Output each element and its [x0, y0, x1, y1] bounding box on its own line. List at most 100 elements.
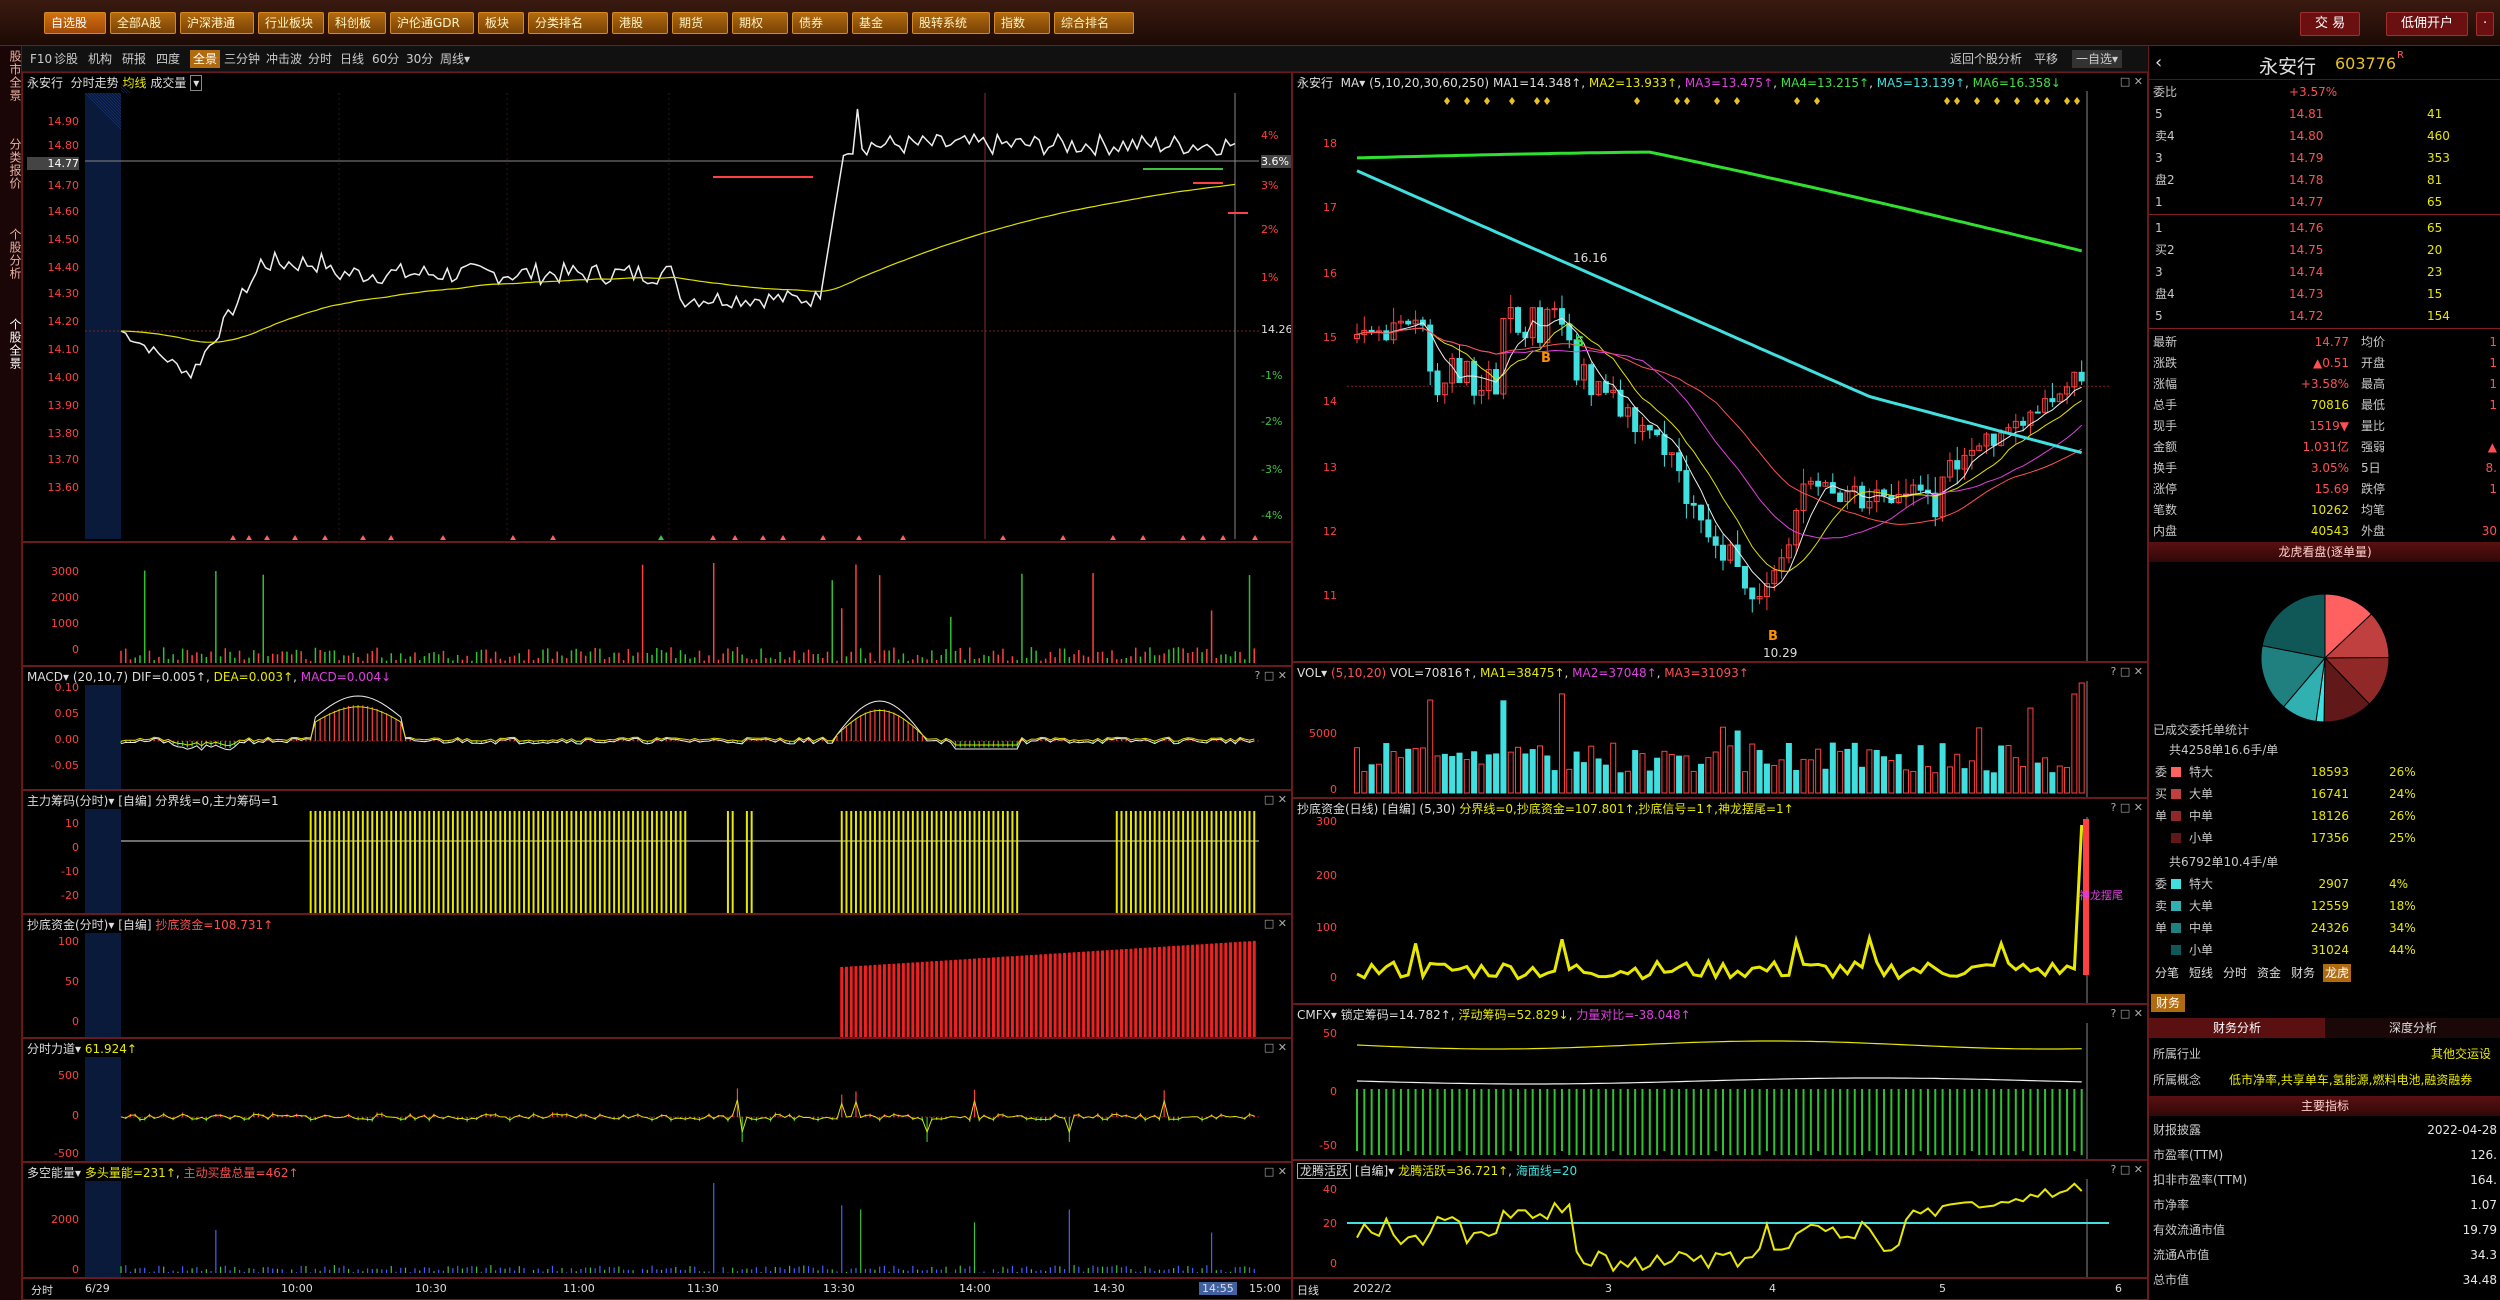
toolbar-button-10[interactable]: 期权: [732, 12, 788, 34]
extra-button[interactable]: ·: [2476, 12, 2495, 36]
sell-order-pct: 44%: [2389, 943, 2416, 957]
finance-value: 126.: [2470, 1148, 2497, 1162]
toolbar-button-3[interactable]: 行业板块: [258, 12, 324, 34]
watchlist-select[interactable]: 一自选▾: [2072, 50, 2123, 68]
subbar-item-9[interactable]: 日线: [340, 50, 364, 68]
finance-row: 市盈率(TTM) 126.: [2149, 1145, 2500, 1165]
sell-total: 共6792单10.4手/单: [2169, 855, 2279, 869]
intraday-pct-ticks-tick: -2%: [1261, 415, 1283, 428]
buy-level-price: 14.72: [2289, 309, 2324, 323]
candle-body: [1471, 360, 1478, 396]
toolbar-button-4[interactable]: 科创板: [328, 12, 386, 34]
fin-tab-deep[interactable]: 深度分析: [2325, 1018, 2500, 1038]
stat-label: 换手: [2153, 461, 2178, 475]
buy-order-swatch: [2171, 767, 2181, 777]
stat-label-2: 5日: [2361, 461, 2381, 475]
date-mode-label[interactable]: 日线: [1297, 1282, 1319, 1298]
toolbar-button-12[interactable]: 基金: [852, 12, 908, 34]
stat-label-2: 均价: [2361, 335, 2386, 349]
daily-volume-bar: [1903, 769, 1909, 794]
subbar-item-11[interactable]: 30分: [406, 50, 433, 68]
subbar-item-6[interactable]: 三分钟: [224, 50, 260, 68]
buy-order-volume: 16741: [2310, 787, 2349, 801]
toolbar-button-8[interactable]: 港股: [612, 12, 668, 34]
quote-tab-3[interactable]: 资金: [2255, 964, 2283, 982]
bfd-ticks-tick: 100: [1316, 921, 1337, 934]
subbar-item-12[interactable]: 周线▾: [440, 50, 470, 68]
toolbar-button-13[interactable]: 股转系统: [912, 12, 990, 34]
quote-tab-5[interactable]: 龙虎: [2323, 964, 2352, 982]
signal-triangle: [658, 535, 664, 540]
toolbar-button-6[interactable]: 板块: [478, 12, 524, 34]
quote-tab-1[interactable]: 短线: [2187, 964, 2215, 982]
buy-order-type: 大单: [2189, 787, 2214, 801]
subbar-item-7[interactable]: 冲击波: [266, 50, 302, 68]
candle-body: [1720, 544, 1726, 561]
main-chip-chart[interactable]: [23, 791, 1292, 914]
pan-button[interactable]: 平移: [2034, 50, 2058, 68]
buy-level-label: 买2: [2155, 243, 2175, 257]
trade-button[interactable]: 交 易: [2300, 12, 2361, 36]
finance-value: 34.48: [2462, 1273, 2497, 1287]
subbar-item-10[interactable]: 60分: [372, 50, 399, 68]
intraday-chart[interactable]: [23, 73, 1292, 542]
signal-triangle: [246, 535, 252, 540]
toolbar-button-2[interactable]: 沪深港通: [180, 12, 254, 34]
vtab-market-overview[interactable]: 股市全景: [0, 50, 22, 102]
finance-tag[interactable]: 财务: [2151, 994, 2185, 1012]
time-mode-label[interactable]: 分时: [31, 1282, 53, 1298]
ma-line-30: [1356, 327, 2082, 525]
vtab-category-quote[interactable]: 分类报价: [0, 138, 22, 190]
cmfx-chart[interactable]: [1293, 1005, 2148, 1160]
signal-triangle: [1060, 535, 1066, 540]
toolbar-button-9[interactable]: 期货: [672, 12, 728, 34]
bottom-fund-intraday-chart[interactable]: [23, 915, 1292, 1038]
toolbar-button-11[interactable]: 债券: [792, 12, 848, 34]
toolbar-button-5[interactable]: 沪伦通GDR: [390, 12, 474, 34]
daily-volume-bar: [1434, 755, 1441, 794]
stat-label: 涨停: [2153, 482, 2178, 496]
subbar-item-8[interactable]: 分时: [308, 50, 332, 68]
subbar-item-3[interactable]: 研报: [122, 50, 146, 68]
vtab-stock-analysis[interactable]: 个股分析: [0, 228, 22, 280]
long-short-chart[interactable]: [23, 1163, 1292, 1278]
macd-chart[interactable]: [23, 667, 1292, 790]
dragon-chart[interactable]: [1293, 1161, 2148, 1278]
daily-volume-bar: [1749, 743, 1756, 794]
sell-order-side: 委: [2155, 877, 2168, 891]
subbar-item-4[interactable]: 四度: [156, 50, 180, 68]
subbar-item-1[interactable]: 诊股: [54, 50, 78, 68]
toolbar-button-15[interactable]: 综合排名: [1054, 12, 1134, 34]
toolbar-button-1[interactable]: 全部A股: [110, 12, 176, 34]
subbar-item-2[interactable]: 机构: [88, 50, 112, 68]
stat-label: 涨跌: [2153, 356, 2178, 370]
quote-tab-0[interactable]: 分笔: [2153, 964, 2181, 982]
intraday-force-chart[interactable]: [23, 1039, 1292, 1162]
daily-volume-bar: [1683, 755, 1690, 794]
bottom-fund-daily-chart[interactable]: [1293, 799, 2148, 1004]
quote-tab-2[interactable]: 分时: [2221, 964, 2249, 982]
finance-row: 财报披露 2022-04-28: [2149, 1120, 2500, 1140]
sell-level-price: 14.81: [2289, 107, 2324, 121]
candle-body: [1683, 470, 1690, 504]
vtab-stock-panorama[interactable]: 个股全景: [0, 318, 22, 370]
fin-tab-analysis[interactable]: 财务分析: [2149, 1018, 2325, 1038]
toolbar-button-7[interactable]: 分类排名: [528, 12, 608, 34]
quote-tab-4[interactable]: 财务: [2289, 964, 2317, 982]
buy-order-swatch: [2171, 833, 2181, 843]
toolbar-button-14[interactable]: 指数: [994, 12, 1050, 34]
back-to-analysis-link[interactable]: 返回个股分析: [1950, 50, 2022, 68]
candle-body: [1741, 565, 1748, 589]
open-account-button[interactable]: 低佣开户: [2386, 12, 2469, 36]
kline-chart[interactable]: [1293, 73, 2148, 662]
daily-volume-bar: [1917, 745, 1924, 794]
daily-volume-chart[interactable]: [1293, 663, 2148, 798]
signal-triangle: [322, 535, 328, 540]
back-chevron-icon[interactable]: ‹: [2155, 52, 2162, 73]
stat-row: 总手 70816 最低 1: [2149, 395, 2500, 415]
intraday-volume-chart[interactable]: [23, 543, 1292, 666]
cmfx-ticks-tick: 50: [1323, 1027, 1337, 1040]
subbar-item-0[interactable]: F10: [30, 50, 52, 68]
subbar-item-5[interactable]: 全景: [190, 50, 221, 68]
toolbar-button-0[interactable]: 自选股: [44, 12, 106, 34]
